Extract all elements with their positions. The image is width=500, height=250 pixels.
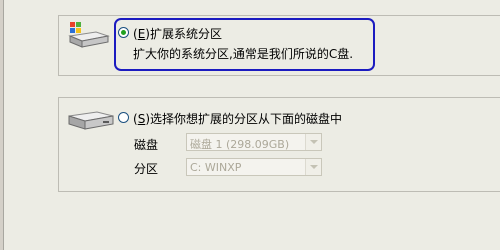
partition-label: 分区 [134,162,159,176]
disk-label: 磁盘 [134,138,159,152]
partition-select[interactable]: C: WINXP [186,158,322,176]
disk-select-value: 磁盘 1 (298.09GB) [190,138,290,151]
choose-partition-text: 选择你想扩展的分区从下面的磁盘中 [150,112,343,126]
partition-select-value: C: WINXP [190,161,242,174]
partition-select-dropdown-button[interactable] [305,159,321,175]
hard-drive-icon [68,111,114,130]
window-left-edge [0,0,4,250]
choose-partition-hotkey: S [137,112,146,126]
windows-drive-icon [68,22,110,48]
disk-select-dropdown-button[interactable] [305,134,321,150]
focus-highlight [114,18,375,71]
disk-select[interactable]: 磁盘 1 (298.09GB) [186,133,322,151]
choose-partition-label[interactable]: (S)选择你想扩展的分区从下面的磁盘中 [133,110,342,127]
choose-partition-radio[interactable] [118,112,129,123]
